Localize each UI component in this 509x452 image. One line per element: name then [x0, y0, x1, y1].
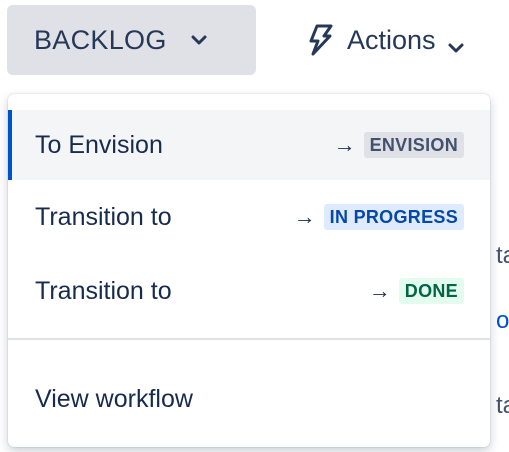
view-workflow-button[interactable]: View workflow — [8, 364, 490, 434]
status-lozenge: DONE — [398, 278, 464, 304]
menu-item-transition-done[interactable]: Transition to → DONE — [8, 256, 490, 326]
view-workflow-label: View workflow — [35, 384, 193, 413]
menu-item-label: To Envision — [35, 130, 163, 159]
chevron-down-icon — [448, 30, 468, 53]
background-text-fragment: ta — [496, 392, 509, 419]
lightning-bolt-icon — [305, 23, 335, 57]
arrow-right-icon: → — [293, 204, 316, 229]
background-text-fragment: ta — [496, 242, 509, 269]
menu-item-label: Transition to — [35, 276, 172, 305]
menu-item-transition-in-progress[interactable]: Transition to → IN PROGRESS — [8, 184, 490, 250]
chevron-down-icon — [189, 30, 209, 50]
menu-item-to-envision[interactable]: To Envision → ENVISION — [8, 110, 490, 180]
transition-dropdown-menu: To Envision → ENVISION Transition to → I… — [8, 94, 490, 447]
menu-divider — [8, 338, 490, 340]
transition-target: → DONE — [369, 278, 464, 304]
background-link-fragment: o — [496, 307, 509, 334]
transition-target: → IN PROGRESS — [294, 204, 464, 230]
arrow-right-icon: → — [333, 132, 356, 157]
status-label: BACKLOG — [34, 24, 167, 55]
workflow-panel: BACKLOG Actions ta o ta To Envision — [0, 0, 509, 452]
status-lozenge: ENVISION — [363, 132, 464, 158]
menu-item-label: Transition to — [35, 202, 172, 231]
transition-target: → ENVISION — [334, 132, 464, 158]
actions-button[interactable]: Actions — [305, 5, 468, 75]
status-lozenge: IN PROGRESS — [323, 204, 464, 230]
arrow-right-icon: → — [368, 278, 391, 303]
actions-label: Actions — [347, 24, 436, 55]
status-dropdown-button[interactable]: BACKLOG — [7, 5, 256, 75]
